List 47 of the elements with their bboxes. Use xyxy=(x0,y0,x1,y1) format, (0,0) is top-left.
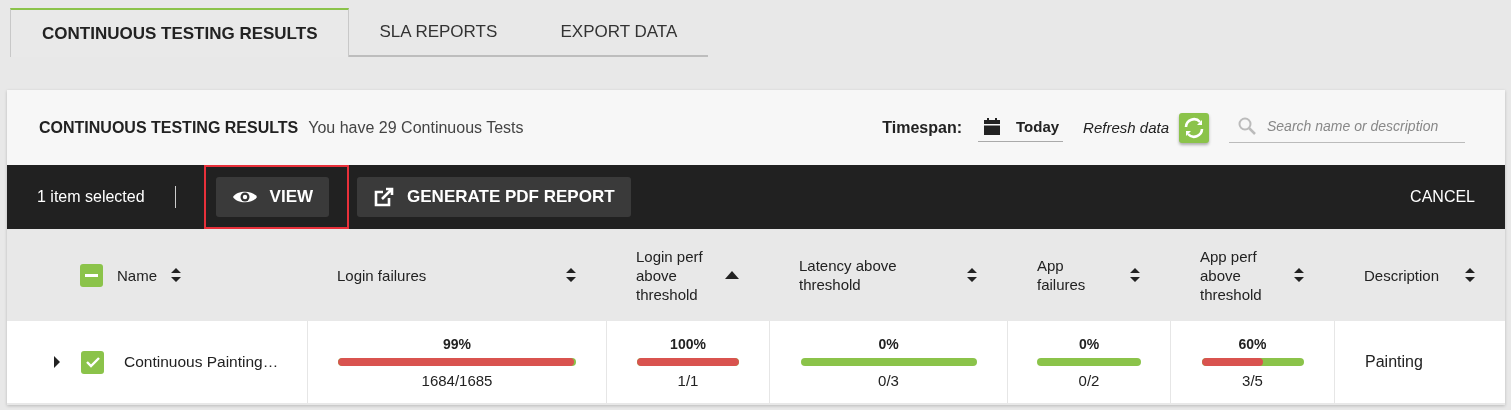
search-field[interactable]: Search name or description xyxy=(1229,112,1465,143)
fraction-value: 1/1 xyxy=(677,371,699,389)
tab[interactable]: EXPORT DATA xyxy=(529,8,709,57)
tab[interactable]: CONTINUOUS TESTING RESULTS xyxy=(10,8,350,57)
column-header[interactable]: App perf above threshold xyxy=(1200,246,1280,304)
sort-icon[interactable] xyxy=(967,267,977,283)
fraction-value: 0/3 xyxy=(878,371,899,389)
refresh-icon xyxy=(1182,115,1206,140)
section-title: CONTINUOUS TESTING RESULTS xyxy=(39,118,299,137)
checkmark-icon xyxy=(85,356,100,368)
refresh-label: Refresh data xyxy=(1083,119,1169,136)
sort-icon[interactable] xyxy=(171,267,181,283)
search-icon xyxy=(1237,115,1257,136)
column-header[interactable]: App failures xyxy=(1037,256,1097,294)
test-name: Continuous Painting… xyxy=(124,353,279,371)
tab[interactable]: SLA REPORTS xyxy=(349,8,530,57)
sort-icon[interactable] xyxy=(566,267,576,283)
timespan-label: Timespan: xyxy=(882,118,963,137)
percent-value: 0% xyxy=(1078,335,1100,352)
percent-value: 0% xyxy=(878,335,899,352)
description-text: Painting xyxy=(1365,353,1423,371)
sort-ascending-icon[interactable] xyxy=(725,271,739,279)
percent-value: 60% xyxy=(1238,335,1267,352)
calendar-icon xyxy=(982,116,1003,137)
timespan-dropdown[interactable]: Today xyxy=(978,113,1064,142)
percent-value: 99% xyxy=(443,335,471,352)
column-header[interactable]: Login failures xyxy=(337,265,427,285)
fraction-value: 0/2 xyxy=(1078,371,1100,389)
sort-icon[interactable] xyxy=(1294,267,1304,283)
expand-icon[interactable] xyxy=(53,356,61,368)
column-header[interactable]: Name xyxy=(117,265,157,285)
column-header[interactable]: Login perf above threshold xyxy=(636,246,711,304)
view-button[interactable]: VIEW xyxy=(215,177,330,217)
fraction-value: 3/5 xyxy=(1242,371,1263,389)
row-checkbox[interactable] xyxy=(81,350,104,374)
sort-icon[interactable] xyxy=(1465,267,1475,283)
fraction-value: 1684/1685 xyxy=(421,371,493,389)
cancel-button[interactable]: CANCEL xyxy=(1410,188,1475,206)
sort-icon[interactable] xyxy=(1130,267,1140,283)
external-link-icon xyxy=(373,186,396,208)
test-count: You have 29 Continuous Tests xyxy=(308,118,524,137)
column-header[interactable]: Description xyxy=(1364,265,1440,285)
column-header[interactable]: Latency above threshold xyxy=(799,256,919,294)
selection-count: 1 item selected xyxy=(37,188,145,206)
select-all-checkbox[interactable] xyxy=(80,263,103,287)
percent-value: 100% xyxy=(670,335,706,352)
report-button[interactable]: GENERATE PDF REPORT xyxy=(357,177,631,217)
